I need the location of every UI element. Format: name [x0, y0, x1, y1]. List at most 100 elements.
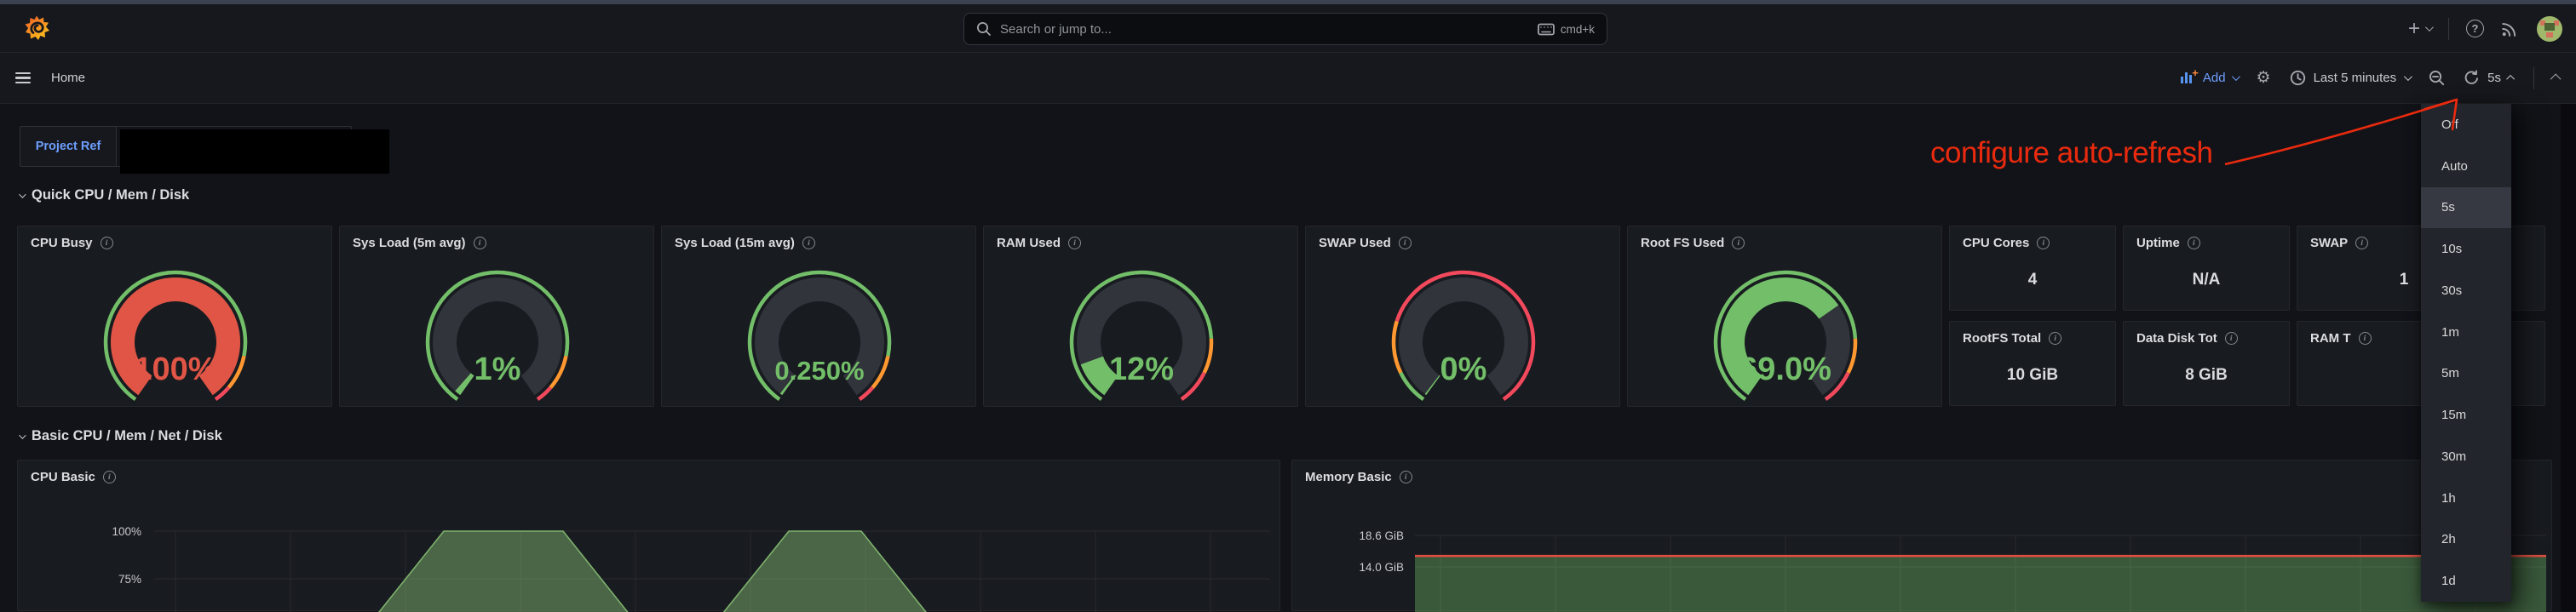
panel-title-text: Data Disk Tot — [2136, 331, 2217, 346]
panel-title-text: Root FS Used — [1641, 236, 1724, 250]
refresh-icon[interactable] — [2464, 70, 2480, 86]
stat-value: 10 GiB — [1950, 366, 2115, 385]
info-icon[interactable]: i — [2359, 332, 2372, 345]
variable-label: Project Ref — [20, 126, 117, 167]
zoom-out-icon[interactable] — [2429, 70, 2445, 86]
panel-title-text: RAM Used — [997, 236, 1061, 250]
gauge-panel-cpu-busy: CPU Busyi100% — [17, 226, 332, 407]
chevron-down-icon — [19, 432, 26, 438]
panel-title: RootFS Totali — [1950, 322, 2115, 346]
search-placeholder: Search or jump to... — [1000, 22, 1112, 37]
refresh-menu-item-15m[interactable]: 15m — [2421, 394, 2511, 436]
menu-toggle-button[interactable] — [15, 72, 31, 84]
search-icon — [976, 21, 992, 37]
y-axis-tick: 14.0 GiB — [1359, 561, 1404, 574]
refresh-interval-menu: OffAuto5s10s30s1m5m15m30m1h2h1d — [2421, 104, 2511, 602]
info-icon[interactable]: i — [802, 237, 815, 249]
chevron-down-icon — [2404, 72, 2412, 81]
panel-title-text: CPU Cores — [1963, 236, 2029, 250]
gauge-value: 0% — [1440, 352, 1487, 387]
info-icon[interactable]: i — [2188, 237, 2200, 249]
toolbar-right: + Add ⚙ Last 5 minutes 5s — [2181, 67, 2561, 89]
refresh-picker[interactable]: 5s — [2464, 70, 2515, 86]
gauge-viz: 1% — [340, 260, 655, 405]
new-menu-button[interactable]: + — [2408, 19, 2431, 39]
info-icon[interactable]: i — [2049, 332, 2061, 345]
refresh-menu-item-30s[interactable]: 30s — [2421, 270, 2511, 312]
gauge-panel-swap-used: SWAP Used i 0% — [1305, 226, 1620, 407]
refresh-menu-item-1m[interactable]: 1m — [2421, 312, 2511, 353]
panel-title: RAM Used i — [984, 226, 1297, 250]
info-icon[interactable]: i — [2037, 237, 2050, 249]
info-icon[interactable]: i — [2355, 237, 2368, 249]
info-icon[interactable]: i — [101, 237, 113, 249]
refresh-menu-item-off[interactable]: Off — [2421, 104, 2511, 146]
refresh-menu-item-30m[interactable]: 30m — [2421, 436, 2511, 478]
chevron-down-icon — [19, 191, 26, 197]
panel-title: Data Disk Tot i — [2124, 322, 2289, 346]
help-button[interactable]: ? — [2466, 20, 2484, 37]
gauge-panel-ram-used: RAM Used i 12% — [983, 226, 1298, 407]
refresh-menu-item-1h[interactable]: 1h — [2421, 478, 2511, 519]
user-avatar[interactable] — [2537, 16, 2562, 42]
panel-title: Sys Load (5m avg) i — [340, 226, 653, 250]
panel-title-text: Sys Load (15m avg) — [675, 236, 795, 250]
gauge-viz: 69.0% — [1628, 260, 1943, 405]
section-header-quick[interactable]: Quick CPU / Mem / Disk — [19, 187, 189, 203]
nav1-right-cluster: + ? — [2408, 4, 2562, 53]
stat-panel-data-disk-tot: Data Disk Toti8 GiB — [2123, 321, 2290, 406]
gauge-value: 69.0% — [1739, 352, 1831, 387]
annotation-text: configure auto-refresh — [1930, 136, 2212, 170]
grafana-logo[interactable] — [23, 12, 50, 44]
breadcrumb[interactable]: Home — [51, 71, 85, 85]
right-edge-shadow — [2561, 104, 2576, 611]
news-rss-icon[interactable] — [2501, 20, 2520, 37]
gauge-value: 0.250% — [774, 356, 864, 386]
panel-title-text: Uptime — [2136, 236, 2180, 250]
panel-title: SWAP Used i — [1306, 226, 1619, 250]
cpu-basic-chart: 100%75% — [18, 460, 1281, 612]
chart-panel-cpu-basic: CPU Basici100%75% — [17, 460, 1280, 611]
refresh-menu-item-auto[interactable]: Auto — [2421, 146, 2511, 187]
memory-basic-chart: 18.6 GiB 14.0 GiB — [1292, 460, 2553, 612]
panel-title: CPU Cores i — [1950, 226, 2115, 250]
y-axis-tick: 75% — [118, 573, 141, 586]
refresh-menu-item-5m[interactable]: 5m — [2421, 353, 2511, 395]
info-icon[interactable]: i — [1399, 237, 1412, 249]
stat-panel-rootfs-total: RootFS Totali 10 GiB — [1949, 321, 2116, 406]
y-axis-tick: 18.6 GiB — [1359, 529, 1404, 542]
gauge-value: 1% — [474, 352, 521, 387]
keyboard-icon — [1538, 23, 1555, 36]
panel-title: Root FS Used i — [1628, 226, 1941, 250]
add-panel-button[interactable]: + Add — [2181, 71, 2238, 85]
info-icon[interactable]: i — [2225, 332, 2238, 345]
dashboard-settings-gear-icon[interactable]: ⚙ — [2257, 70, 2271, 86]
stat-panel-cpu-cores: CPU Coresi4 — [1949, 226, 2116, 311]
chevron-up-icon — [2506, 75, 2515, 83]
info-icon[interactable]: i — [1068, 237, 1081, 249]
refresh-menu-item-10s[interactable]: 10s — [2421, 228, 2511, 270]
gauge-viz: 0.250% — [662, 260, 977, 405]
chevron-down-icon — [2425, 23, 2434, 31]
refresh-menu-item-1d[interactable]: 1d — [2421, 560, 2511, 602]
gauge-panel-root-fs-used: Root FS Used i 69.0% — [1627, 226, 1942, 407]
refresh-menu-item-2h[interactable]: 2h — [2421, 519, 2511, 561]
refresh-interval-value[interactable]: 5s — [2487, 71, 2501, 85]
chevron-down-icon — [2232, 72, 2240, 81]
panel-title-text: Sys Load (5m avg) — [353, 236, 466, 250]
panel-title: Sys Load (15m avg) i — [662, 226, 975, 250]
gauge-value: 12% — [1109, 352, 1174, 387]
add-panel-icon: + — [2181, 72, 2197, 83]
section-header-basic[interactable]: Basic CPU / Mem / Net / Disk — [19, 428, 222, 444]
info-icon[interactable]: i — [1732, 237, 1745, 249]
time-range-picker[interactable]: Last 5 minutes — [2290, 70, 2411, 86]
info-icon[interactable]: i — [474, 237, 486, 249]
gauge-viz: 12% — [984, 260, 1299, 405]
refresh-menu-item-5s[interactable]: 5s — [2421, 187, 2511, 229]
clock-icon — [2290, 70, 2306, 86]
search-input[interactable]: Search or jump to... cmd+k — [963, 13, 1607, 45]
panel-title-text: SWAP — [2310, 236, 2348, 250]
shortcut-hint: cmd+k — [1538, 23, 1595, 36]
collapse-toolbar-chevron-icon[interactable] — [2550, 74, 2562, 85]
panel-title-text: SWAP Used — [1319, 236, 1391, 250]
